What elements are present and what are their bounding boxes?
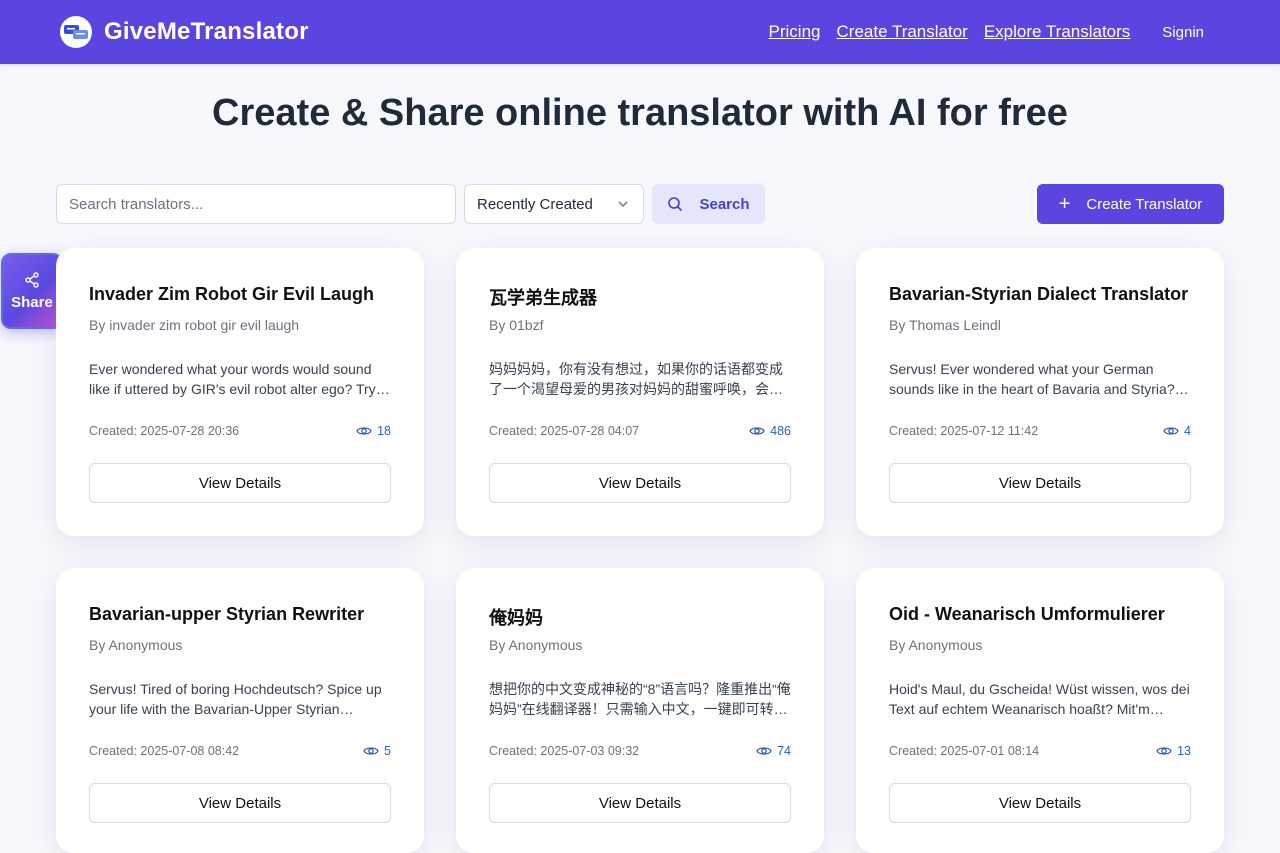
card-views: 18 [356,424,391,438]
search-icon [668,197,683,212]
card-description: Ever wondered what your words would soun… [89,361,387,397]
card-author: By invader zim robot gir evil laugh [89,317,300,333]
translator-card: 瓦学弟生成器 By 01bzf 妈妈妈妈，你有没有想过，如果你的话语都变成了一个… [456,248,824,536]
translator-card: Bavarian-Styrian Dialect Translator By T… [856,248,1224,536]
card-title: Invader Zim Robot Gir Evil Laugh [89,284,375,304]
card-views: 5 [363,744,391,758]
card-description: 妈妈妈妈，你有没有想过，如果你的话语都变成了一个渴望母爱的男孩对妈妈的甜蜜呼唤，… [489,361,783,397]
card-description: 想把你的中文变成神秘的“8”语言吗？隆重推出“俺妈妈”在线翻译器！只需输入中文，… [489,681,791,717]
chevron-down-icon [618,201,628,207]
card-meta: Created: 2025-07-28 20:36 18 [89,424,391,440]
view-details-button[interactable]: View Details [89,463,391,503]
translator-card: Bavarian-upper Styrian Rewriter By Anony… [56,568,424,853]
translator-card: Oid - Weanarisch Umformulierer By Anonym… [856,568,1224,853]
card-author: By Anonymous [489,637,583,653]
create-translator-button[interactable]: + Create Translator [1037,184,1224,224]
eye-icon [356,427,372,435]
nav-explore-translators[interactable]: Explore Translators [984,22,1130,42]
signin-button[interactable]: Signin [1146,16,1220,49]
card-view-count: 74 [777,744,791,758]
card-view-count: 486 [770,424,791,438]
eye-icon [756,747,772,755]
search-toolbar: Recently Created Search + Create Transla… [56,184,1224,224]
card-created-date: Created: 2025-07-03 09:32 [489,744,640,758]
brand-name: GiveMeTranslator [104,18,309,45]
card-author: By Anonymous [89,637,183,653]
main-nav: Pricing Create Translator Explore Transl… [753,0,1220,64]
card-description: Servus! Ever wondered what your German s… [889,361,1175,397]
card-created-date: Created: 2025-07-28 04:07 [489,424,640,438]
card-meta: Created: 2025-07-08 08:42 5 [89,744,391,760]
eye-icon [749,427,765,435]
card-title: Bavarian-Styrian Dialect Translator [889,284,1189,304]
card-views: 486 [749,424,791,438]
card-meta: Created: 2025-07-01 08:14 13 [889,744,1191,760]
view-details-button[interactable]: View Details [889,783,1191,823]
nav-pricing[interactable]: Pricing [769,22,821,42]
translator-card: Invader Zim Robot Gir Evil Laugh By inva… [56,248,424,536]
card-title: Bavarian-upper Styrian Rewriter [89,604,365,624]
card-meta: Created: 2025-07-12 11:42 4 [889,424,1191,440]
page-title: Create & Share online translator with AI… [212,92,1068,134]
view-details-button[interactable]: View Details [489,783,791,823]
eye-icon [1163,427,1179,435]
search-input[interactable] [56,184,456,224]
share-icon [25,271,39,288]
card-created-date: Created: 2025-07-28 20:36 [89,424,240,438]
logo-icon [60,16,92,48]
card-created-date: Created: 2025-07-01 08:14 [889,744,1040,758]
brand-logo-link[interactable]: GiveMeTranslator [60,16,309,48]
card-author: By Thomas Leindl [889,317,1001,333]
search-button[interactable]: Search [652,184,765,224]
card-view-count: 13 [1177,744,1191,758]
card-title: 瓦学弟生成器 [489,288,597,308]
translator-card: 俺妈妈 By Anonymous 想把你的中文变成神秘的“8”语言吗？隆重推出“… [456,568,824,853]
card-description: Servus! Tired of boring Hochdeutsch? Spi… [89,681,382,717]
eye-icon [363,747,379,755]
card-meta: Created: 2025-07-03 09:32 74 [489,744,791,760]
card-view-count: 5 [384,744,391,758]
card-meta: Created: 2025-07-28 04:07 486 [489,424,791,440]
create-button-label: Create Translator [1086,195,1203,213]
search-button-label: Search [699,195,750,213]
card-author: By Anonymous [889,637,983,653]
card-author: By 01bzf [489,317,544,333]
card-title: Oid - Weanarisch Umformulierer [889,604,1165,624]
card-description: Hoid's Maul, du Gscheida! Wüst wissen, w… [889,681,1190,717]
share-label: Share [11,293,53,311]
card-created-date: Created: 2025-07-12 11:42 [889,424,1039,438]
view-details-button[interactable]: View Details [89,783,391,823]
top-header: GiveMeTranslator Pricing Create Translat… [0,0,1280,64]
card-title: 俺妈妈 [489,608,543,628]
sort-select-value: Recently Created [477,195,593,213]
card-created-date: Created: 2025-07-08 08:42 [89,744,240,758]
card-views: 74 [756,744,791,758]
card-view-count: 18 [377,424,391,438]
eye-icon [1156,747,1172,755]
card-views: 4 [1163,424,1191,438]
card-view-count: 4 [1184,424,1191,438]
nav-create-translator[interactable]: Create Translator [837,22,968,42]
plus-icon: + [1058,193,1071,215]
view-details-button[interactable]: View Details [489,463,791,503]
share-button[interactable]: Share [1,253,63,329]
card-views: 13 [1156,744,1191,758]
sort-select[interactable]: Recently Created [464,184,644,224]
view-details-button[interactable]: View Details [889,463,1191,503]
